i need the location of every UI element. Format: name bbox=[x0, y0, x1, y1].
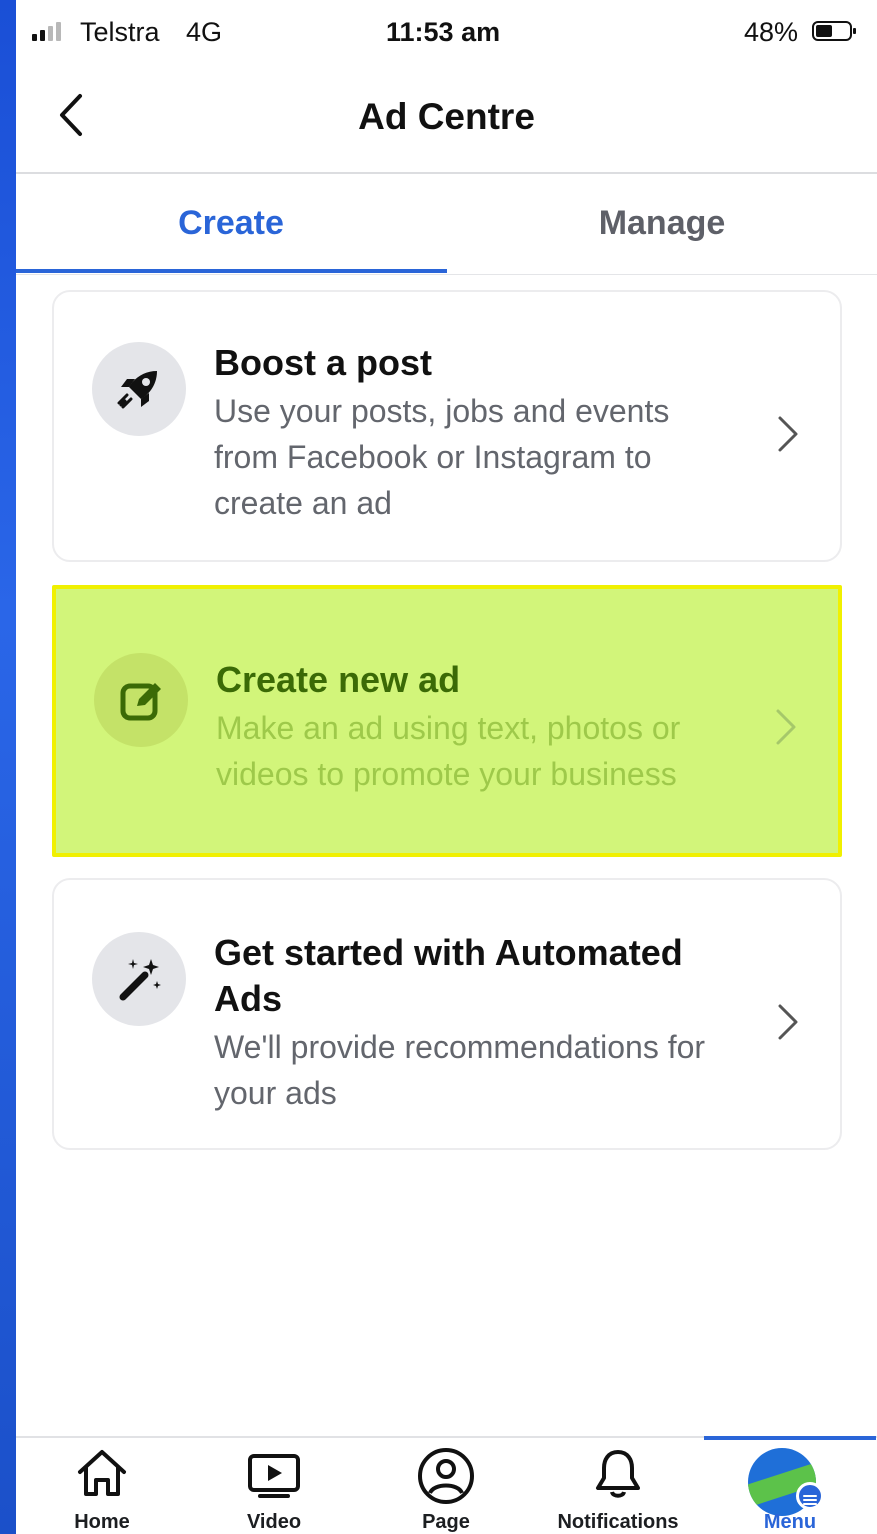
card-title: Boost a post bbox=[214, 342, 433, 383]
edit-icon bbox=[94, 653, 188, 747]
nav-label: Page bbox=[422, 1511, 470, 1533]
battery-icon bbox=[812, 21, 856, 41]
nav-label: Menu bbox=[763, 1511, 817, 1533]
chevron-right-icon bbox=[776, 709, 796, 745]
carrier-label: Telstra bbox=[80, 17, 160, 47]
status-bar: Telstra 4G 11:53 am 48% bbox=[16, 0, 877, 64]
bell-icon bbox=[596, 1450, 640, 1498]
nav-menu[interactable]: Menu bbox=[704, 1436, 876, 1534]
tab-bar: Create Manage bbox=[16, 174, 877, 275]
chevron-right-icon bbox=[778, 416, 798, 452]
create-new-ad-card[interactable]: Create new ad Make an ad using text, pho… bbox=[52, 585, 842, 857]
header: Ad Centre bbox=[16, 64, 877, 174]
card-description: We'll provide recommendations for your a… bbox=[214, 1029, 706, 1111]
chevron-right-icon bbox=[778, 1004, 798, 1040]
page-title: Ad Centre bbox=[358, 96, 535, 137]
bottom-navigation: Home Video Page Notifications Menu bbox=[16, 1436, 877, 1534]
page-icon bbox=[418, 1448, 474, 1504]
network-label: 4G bbox=[186, 17, 223, 47]
signal-icon bbox=[32, 22, 61, 41]
card-title: Create new ad bbox=[216, 659, 461, 700]
rocket-icon bbox=[92, 342, 186, 436]
home-icon bbox=[78, 1450, 126, 1496]
nav-label: Video bbox=[246, 1511, 302, 1533]
phone-screen: Telstra 4G 11:53 am 48% Ad Centre Create… bbox=[16, 0, 877, 1534]
nav-home[interactable]: Home bbox=[16, 1438, 188, 1534]
boost-post-card[interactable]: Boost a post Use your posts, jobs and ev… bbox=[52, 290, 842, 562]
menu-icon bbox=[796, 1482, 824, 1510]
card-title: Get started with Automated Ads bbox=[214, 932, 683, 1019]
battery-percentage: 48% bbox=[744, 17, 799, 47]
nav-page[interactable]: Page bbox=[360, 1438, 532, 1534]
automated-ads-card[interactable]: Get started with Automated Ads We'll pro… bbox=[52, 878, 842, 1150]
tab-create[interactable]: Create bbox=[16, 174, 447, 273]
clock: 11:53 am bbox=[386, 17, 501, 47]
tab-manage[interactable]: Manage bbox=[447, 174, 877, 272]
nav-video[interactable]: Video bbox=[188, 1438, 360, 1534]
video-icon bbox=[248, 1454, 300, 1498]
nav-notifications[interactable]: Notifications bbox=[532, 1438, 704, 1534]
card-description: Use your posts, jobs and events from Fac… bbox=[214, 393, 670, 521]
nav-label: Home bbox=[74, 1511, 130, 1533]
card-description: Make an ad using text, photos or videos … bbox=[216, 710, 681, 792]
magic-wand-icon bbox=[92, 932, 186, 1026]
nav-label: Notifications bbox=[557, 1511, 679, 1533]
